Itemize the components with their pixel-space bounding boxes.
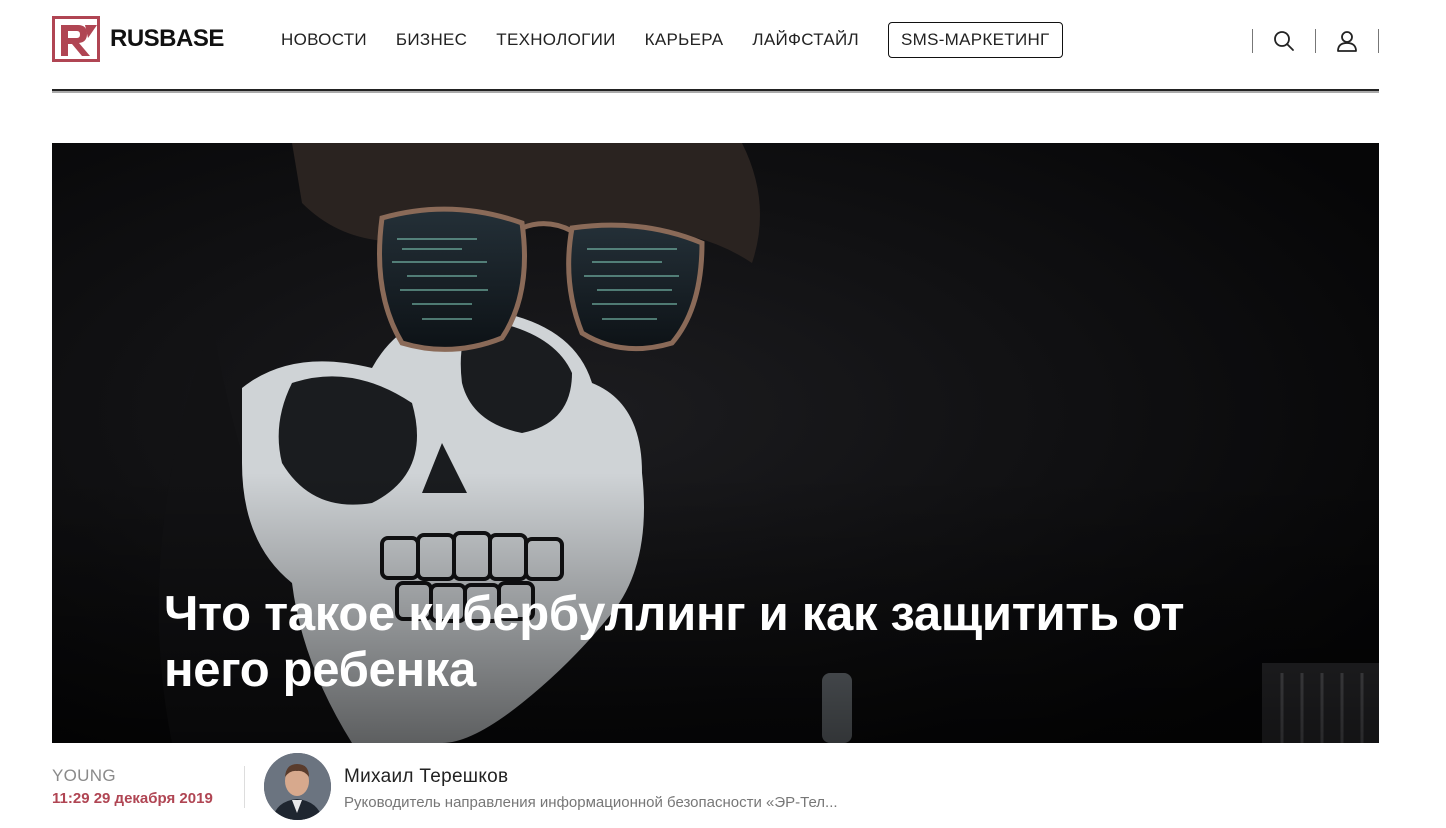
main-nav: НОВОСТИ БИЗНЕС ТЕХНОЛОГИИ КАРЬЕРА ЛАЙФСТ…: [281, 22, 1063, 58]
divider: [1378, 29, 1379, 53]
divider: [244, 766, 245, 808]
search-button[interactable]: [1253, 28, 1315, 54]
logo-r-icon: [52, 16, 100, 62]
author-role: Руководитель направления информационной …: [344, 794, 838, 811]
nav-item-sms-marketing[interactable]: SMS-МАРКЕТИНГ: [887, 22, 1063, 58]
author-avatar[interactable]: [264, 753, 331, 820]
search-icon: [1274, 31, 1294, 51]
author-name[interactable]: Михаил Терешков: [344, 766, 508, 788]
user-icon: [1337, 31, 1357, 52]
nav-item-news[interactable]: НОВОСТИ: [281, 30, 367, 50]
nav-item-business[interactable]: БИЗНЕС: [396, 30, 467, 50]
account-button[interactable]: [1316, 28, 1378, 54]
site-logo[interactable]: RUSBASE: [52, 16, 224, 62]
article-title[interactable]: Что такое кибербуллинг и как защитить от…: [164, 586, 1284, 698]
logo-text: RUSBASE: [110, 25, 224, 52]
article-meta: YOUNG 11:29 29 декабря 2019 Михаил Тереш…: [52, 752, 1379, 828]
header-actions: [1252, 28, 1379, 54]
article-category[interactable]: YOUNG: [52, 766, 116, 786]
article-hero[interactable]: Что такое кибербуллинг и как защитить от…: [52, 143, 1379, 743]
article-datetime: 11:29 29 декабря 2019: [52, 790, 213, 807]
nav-item-lifestyle[interactable]: ЛАЙФСТАЙЛ: [752, 30, 859, 50]
author-photo: [264, 753, 331, 820]
nav-item-career[interactable]: КАРЬЕРА: [645, 30, 724, 50]
nav-item-technology[interactable]: ТЕХНОЛОГИИ: [496, 30, 615, 50]
site-header: RUSBASE НОВОСТИ БИЗНЕС ТЕХНОЛОГИИ КАРЬЕР…: [52, 0, 1379, 95]
header-divider: [52, 89, 1379, 93]
